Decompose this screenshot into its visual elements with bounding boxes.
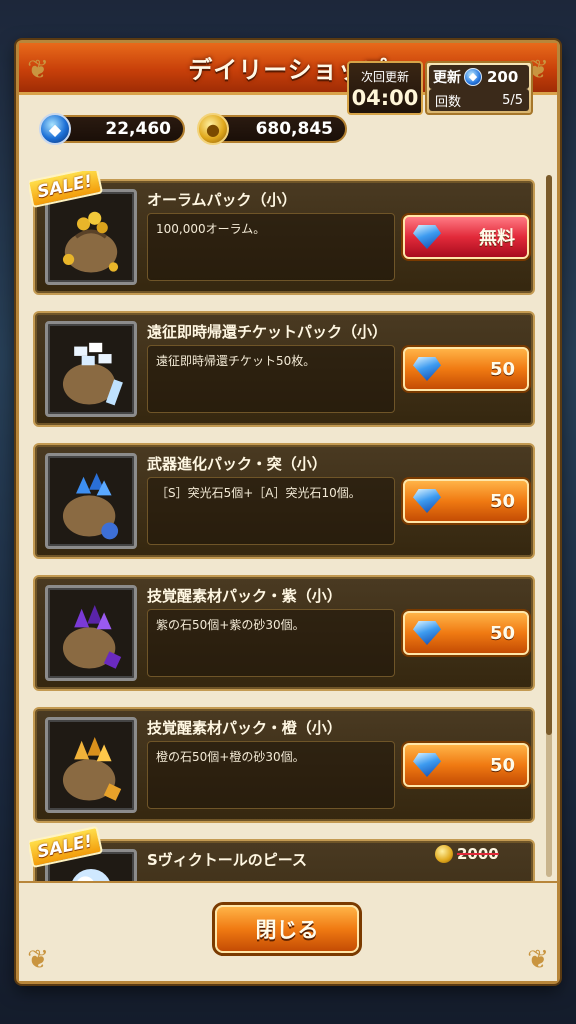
item-description: 橙の石50個+橙の砂30個。 — [147, 741, 395, 809]
ornament-icon: ❦ — [27, 55, 49, 85]
scrollbar-thumb[interactable] — [546, 175, 552, 735]
gem-balance: ◆ 22,460 — [39, 113, 185, 145]
gem-icon: ◆ — [39, 113, 71, 145]
price-label: 無料 — [479, 228, 515, 249]
item-description: 100,000オーラム。 — [147, 213, 395, 281]
next-refresh-timer: 次回更新 04:00 — [347, 61, 423, 115]
shop-item: 遠征即時帰還チケットパック（小） 遠征即時帰還チケット50枚。 50 — [33, 311, 535, 427]
price-label: 50 — [489, 490, 515, 512]
blue-crystal-bag-icon — [45, 453, 137, 549]
scrollbar[interactable] — [546, 175, 552, 877]
orange-crystal-bag-icon — [45, 717, 137, 813]
item-description: 遠征即時帰還チケット50枚。 — [147, 345, 395, 413]
purple-crystal-bag-icon — [45, 585, 137, 681]
gold-coin-icon: ● — [197, 113, 229, 145]
original-price-value: 2000 — [457, 845, 499, 863]
ornament-icon: ❦ — [527, 945, 549, 975]
ticket-bag-icon — [45, 321, 137, 417]
price-label: 50 — [489, 358, 515, 380]
close-button[interactable]: 閉じる — [215, 905, 359, 953]
gem-icon: ◆ — [464, 68, 482, 86]
footer: 閉じる ❦ ❦ — [19, 881, 557, 981]
timer-label: 次回更新 — [360, 70, 409, 84]
buy-button[interactable]: 無料 — [403, 215, 529, 259]
refresh-count-label: 回数 — [435, 94, 462, 110]
item-description: ［S］突光石5個+［A］突光石10個。 — [147, 477, 395, 545]
shop-item-list[interactable]: SALE! オーラムパック（小） 100,000オーラム。 無料 遠征即時帰還チ… — [29, 171, 539, 881]
gem-icon — [413, 753, 441, 777]
item-name: 技覚醒素材パック・橙（小） — [147, 719, 342, 737]
buy-button[interactable]: 50 — [403, 743, 529, 787]
refresh-count-value: 5/5 — [502, 92, 523, 108]
refresh-label: 更新 — [433, 70, 461, 86]
buy-button[interactable]: 50 — [403, 479, 529, 523]
shop-item: SALE! Sヴィクトールのピース 2000 — [29, 825, 535, 881]
gem-icon — [413, 225, 441, 249]
item-name: 武器進化パック・突（小） — [147, 455, 327, 473]
gem-icon — [413, 489, 441, 513]
shop-item: SALE! オーラムパック（小） 100,000オーラム。 無料 — [29, 171, 535, 295]
gold-balance: ● 680,845 — [197, 113, 347, 145]
item-name: 遠征即時帰還チケットパック（小） — [147, 323, 388, 341]
buy-button[interactable]: 50 — [403, 611, 529, 655]
shop-item: 技覚醒素材パック・紫（小） 紫の石50個+紫の砂30個。 50 — [33, 575, 535, 691]
ornament-icon: ❦ — [27, 945, 49, 975]
gem-icon — [413, 621, 441, 645]
daily-shop-panel: デイリーショップ ❦ ❦ ◆ 22,460 ● 680,845 次回更新 04:… — [16, 40, 560, 984]
gold-coin-bag-icon — [45, 189, 137, 285]
price-label: 50 — [489, 754, 515, 776]
refresh-cost: 200 — [487, 68, 519, 86]
price-label: 50 — [489, 622, 515, 644]
item-name: オーラムパック（小） — [147, 191, 297, 209]
item-description: 紫の石50個+紫の砂30個。 — [147, 609, 395, 677]
shop-item: 武器進化パック・突（小） ［S］突光石5個+［A］突光石10個。 50 — [33, 443, 535, 559]
gold-balance-value: 680,845 — [255, 119, 333, 139]
item-name: 技覚醒素材パック・紫（小） — [147, 587, 342, 605]
refresh-cost-row: 更新 ◆ 200 — [429, 65, 529, 89]
timer-value: 04:00 — [351, 86, 419, 110]
original-price: 2000 — [435, 845, 499, 863]
buy-button[interactable]: 50 — [403, 347, 529, 391]
refresh-button[interactable]: 更新 ◆ 200 回数 5/5 — [425, 61, 533, 115]
item-name: Sヴィクトールのピース — [147, 851, 308, 869]
refresh-count-row: 回数 5/5 — [429, 89, 529, 111]
gem-balance-value: 22,460 — [105, 119, 171, 139]
gold-coin-icon — [435, 845, 453, 863]
gem-icon — [413, 357, 441, 381]
shop-item: 技覚醒素材パック・橙（小） 橙の石50個+橙の砂30個。 50 — [33, 707, 535, 823]
